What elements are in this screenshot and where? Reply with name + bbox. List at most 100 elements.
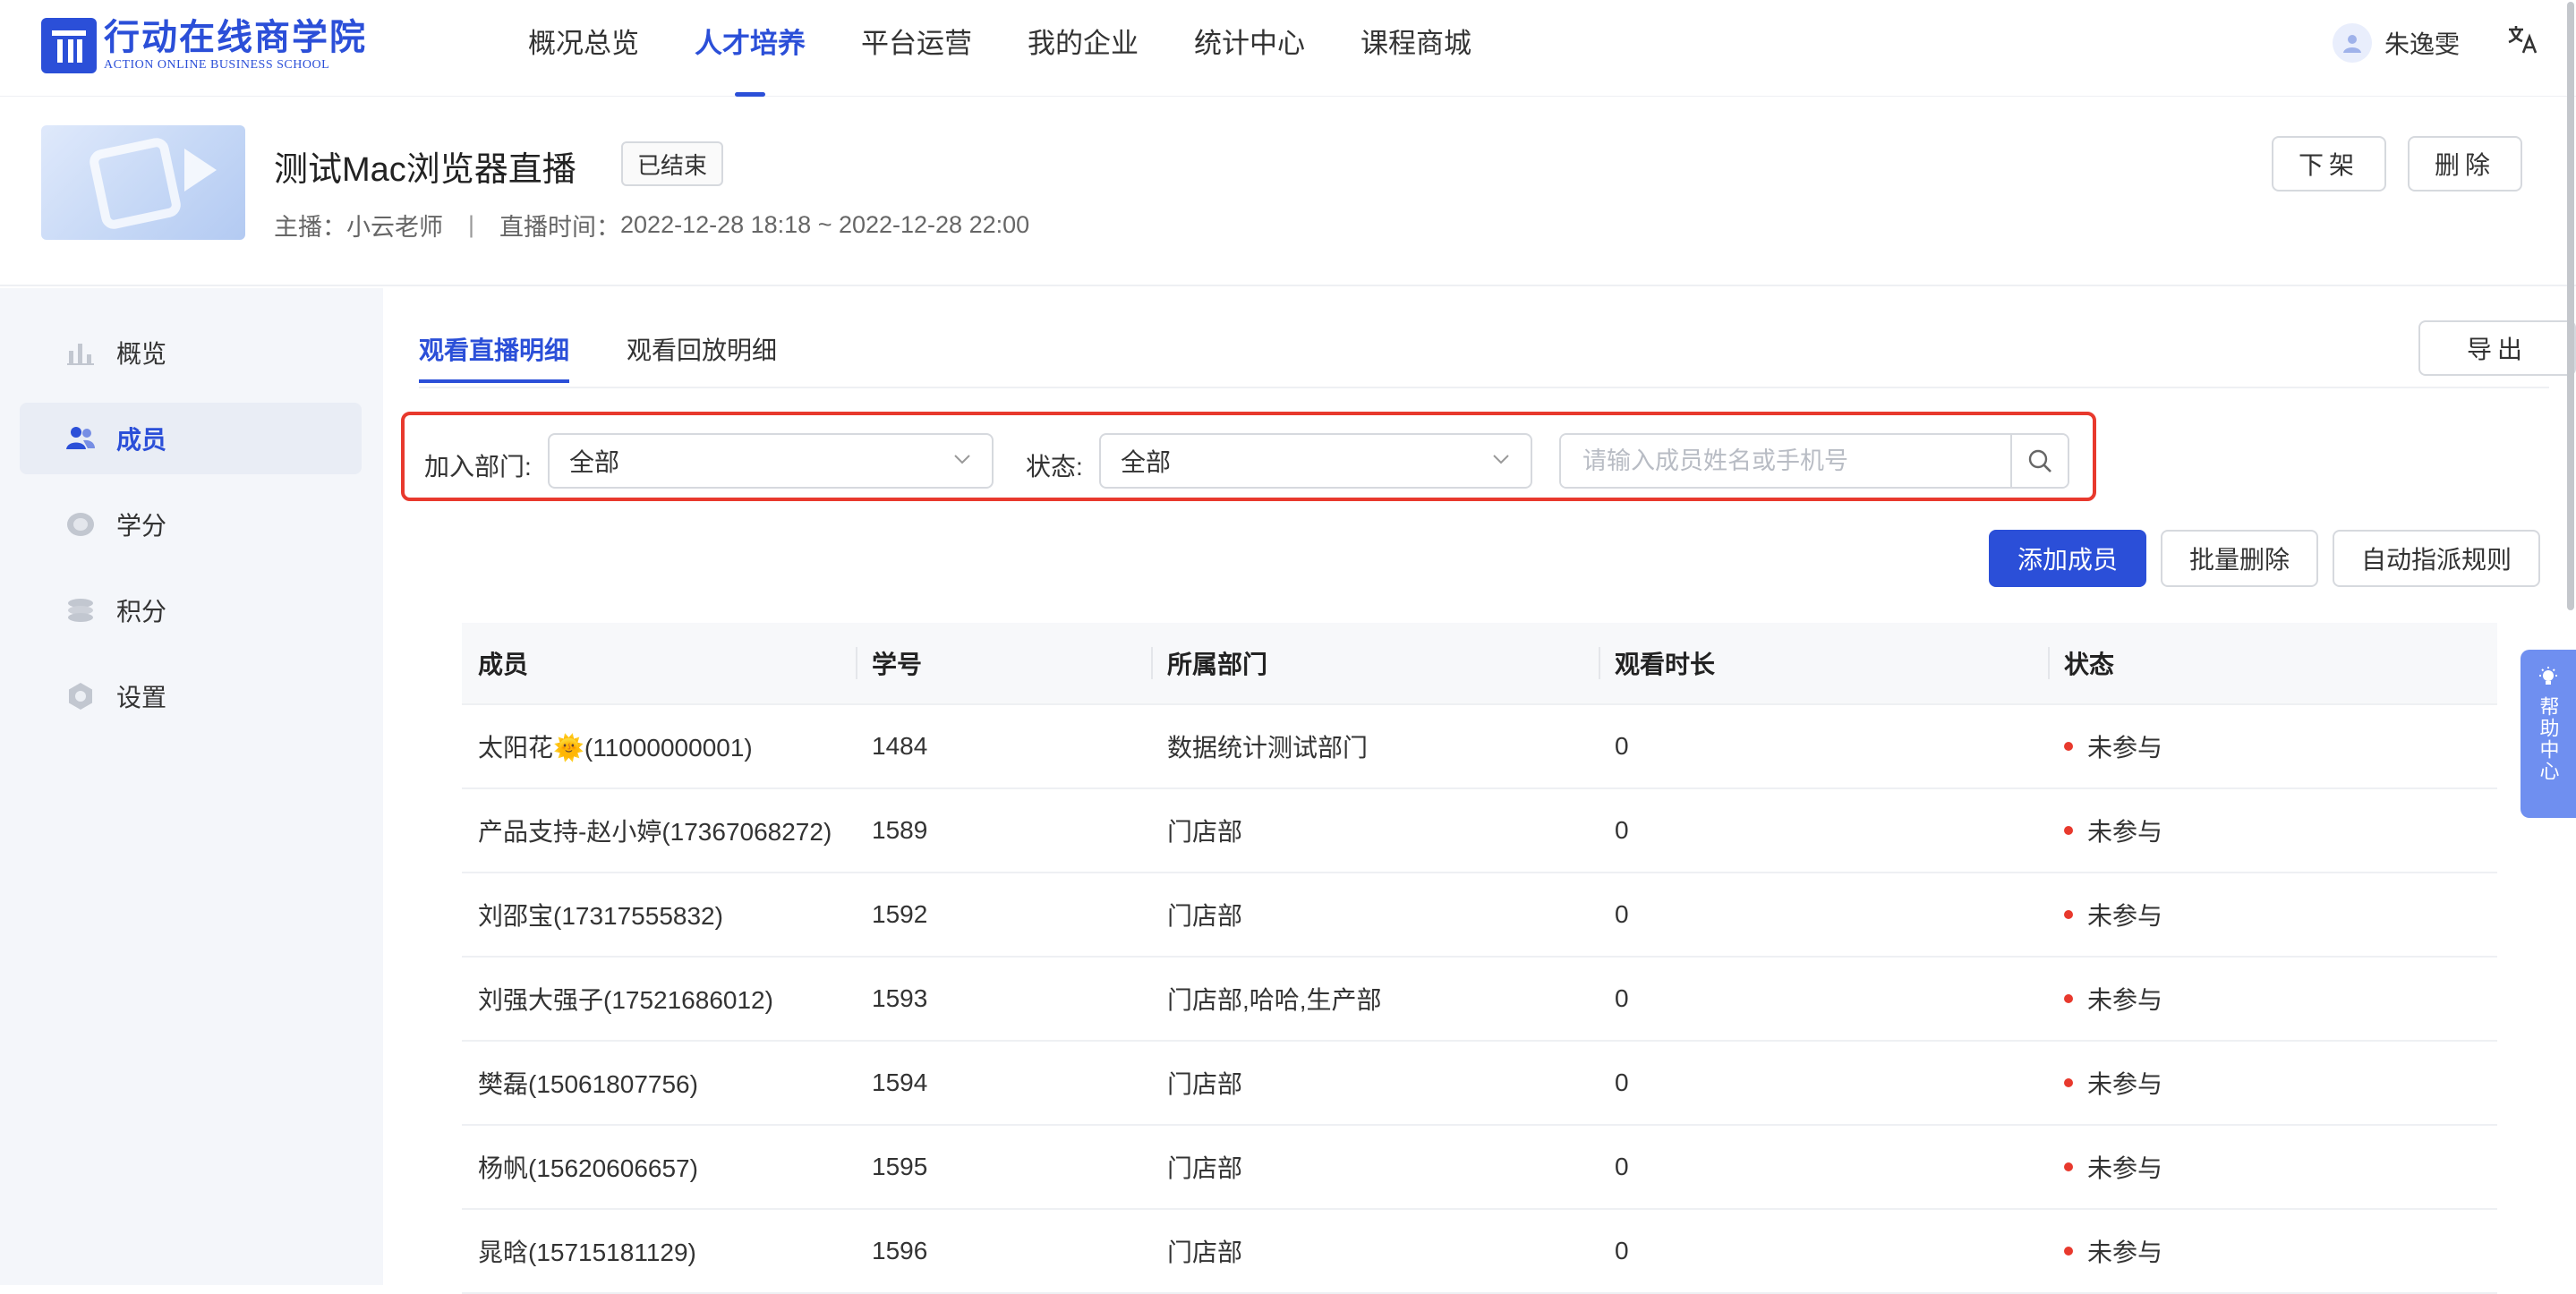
- cell-duration: 0: [1615, 816, 1629, 844]
- batch-delete-button[interactable]: 批量删除: [2161, 530, 2318, 587]
- users-icon: [64, 422, 97, 455]
- cell-member: 刘邵宝(17317555832): [478, 902, 723, 930]
- translate-icon[interactable]: [2506, 23, 2538, 63]
- scrollbar-thumb[interactable]: [2567, 2, 2574, 610]
- cell-status: 未参与: [2048, 873, 2497, 957]
- live-title: 测试Mac浏览器直播: [274, 151, 576, 189]
- sidebar-item-points[interactable]: 积分: [20, 575, 362, 646]
- dept-select-value: 全部: [569, 448, 620, 476]
- status-text: 未参与: [2087, 818, 2163, 846]
- table-row[interactable]: 杨帆(15620606657) 1595 门店部 0 未参与: [462, 1126, 2497, 1210]
- table-row[interactable]: 产品支持-赵小婷(17367068272) 1589 门店部 0 未参与: [462, 789, 2497, 873]
- main-nav: 概况总览 人才培养 平台运营 我的企业 统计中心 课程商城: [528, 0, 1527, 97]
- status-text: 未参与: [2087, 1154, 2163, 1182]
- status-dot: [2064, 1247, 2073, 1256]
- cell-student-id: 1589: [872, 816, 928, 844]
- cell-status: 未参与: [2048, 1209, 2497, 1293]
- sidebar-item-label: 学分: [116, 512, 167, 540]
- brand-name-en: ACTION ONLINE BUSINESS SCHOOL: [104, 58, 330, 72]
- nav-item-enterprise[interactable]: 我的企业: [1028, 0, 1139, 97]
- nav-item-talent[interactable]: 人才培养: [695, 0, 806, 97]
- cell-member: 晁晗(15715181129): [478, 1239, 696, 1266]
- help-center-label: 帮助中心: [2537, 696, 2560, 782]
- cell-duration: 0: [1615, 1153, 1629, 1180]
- sidebar-item-credits[interactable]: 学分: [20, 489, 362, 560]
- cell-department: 门店部,哈哈,生产部: [1167, 986, 1382, 1014]
- add-member-button[interactable]: 添加成员: [1989, 530, 2146, 587]
- status-select-value: 全部: [1121, 448, 1172, 476]
- page-scrollbar[interactable]: [2563, 0, 2576, 617]
- gear-icon: [64, 680, 97, 712]
- time-range: 2022-12-28 18:18 ~ 2022-12-28 22:00: [620, 211, 1030, 238]
- status-dot: [2064, 1078, 2073, 1087]
- search-input[interactable]: [1561, 435, 2010, 487]
- cell-member: 刘强大强子(17521686012): [478, 986, 773, 1014]
- main-content: 观看直播明细 观看回放明细 导出 加入部门: 全部 状态: 全部 添加成员 批量…: [383, 288, 2576, 1294]
- status-dot: [2064, 826, 2073, 835]
- status-dot: [2064, 1162, 2073, 1171]
- col-member: 成员: [478, 651, 529, 678]
- auto-assign-rules-button[interactable]: 自动指派规则: [2333, 530, 2540, 587]
- coins-icon: [64, 594, 97, 626]
- nav-item-course-mall[interactable]: 课程商城: [1361, 0, 1471, 97]
- meta-separator: |: [468, 211, 475, 238]
- brand-logo-icon: [41, 18, 97, 73]
- table-header: 成员 学号 所属部门 观看时长 状态: [462, 623, 2497, 705]
- cell-member: 樊磊(15061807756): [478, 1070, 698, 1098]
- nav-item-operations[interactable]: 平台运营: [861, 0, 972, 97]
- host-label: 主播：: [274, 214, 346, 241]
- status-filter-label: 状态:: [1026, 453, 1083, 481]
- sidebar-item-settings[interactable]: 设置: [20, 660, 362, 732]
- table-row[interactable]: 樊磊(15061807756) 1594 门店部 0 未参与: [462, 1042, 2497, 1126]
- help-center-tab[interactable]: 帮助中心: [2521, 650, 2576, 818]
- brand-logo[interactable]: 行动在线商学院 ACTION ONLINE BUSINESS SCHOOL: [41, 16, 367, 75]
- cell-duration: 0: [1615, 900, 1629, 928]
- table-row[interactable]: 刘邵宝(17317555832) 1592 门店部 0 未参与: [462, 873, 2497, 958]
- chevron-down-icon: [952, 449, 972, 474]
- cell-department: 门店部: [1167, 818, 1243, 846]
- dept-select[interactable]: 全部: [548, 433, 994, 489]
- export-button[interactable]: 导出: [2418, 320, 2576, 376]
- member-search: [1559, 433, 2069, 489]
- offshelf-button[interactable]: 下架: [2272, 136, 2386, 192]
- detail-tabs: 观看直播明细 观看回放明细 导出: [419, 288, 2576, 388]
- delete-button[interactable]: 删除: [2408, 136, 2522, 192]
- user-name: 朱逸雯: [2384, 30, 2461, 58]
- status-dot: [2064, 994, 2073, 1003]
- table-row[interactable]: 晁晗(15715181129) 1596 门店部 0 未参与: [462, 1210, 2497, 1294]
- tab-replay-detail[interactable]: 观看回放明细: [627, 331, 777, 367]
- brand-name-cn: 行动在线商学院: [104, 18, 367, 57]
- status-dot: [2064, 742, 2073, 751]
- col-watch-duration: 观看时长: [1599, 622, 2048, 704]
- status-dot: [2064, 910, 2073, 919]
- status-text: 未参与: [2087, 1070, 2163, 1098]
- status-text: 未参与: [2087, 986, 2163, 1014]
- search-icon: [2028, 449, 2051, 472]
- status-select[interactable]: 全部: [1099, 433, 1532, 489]
- cell-department: 门店部: [1167, 1154, 1243, 1182]
- nav-item-overview[interactable]: 概况总览: [528, 0, 639, 97]
- sidebar-item-overview[interactable]: 概览: [20, 317, 362, 388]
- search-button[interactable]: [2010, 435, 2068, 487]
- cell-department: 门店部: [1167, 1239, 1243, 1266]
- cell-member: 太阳花🌞(11000000001): [478, 734, 753, 762]
- user-menu[interactable]: 朱逸雯: [2333, 23, 2460, 63]
- table-row[interactable]: 刘强大强子(17521686012) 1593 门店部,哈哈,生产部 0 未参与: [462, 958, 2497, 1042]
- nav-item-statistics[interactable]: 统计中心: [1194, 0, 1305, 97]
- bar-chart-icon: [64, 336, 97, 369]
- cell-duration: 0: [1615, 1068, 1629, 1096]
- col-student-id: 学号: [856, 622, 1151, 704]
- avatar: [2333, 23, 2372, 63]
- table-row[interactable]: 太阳花🌞(11000000001) 1484 数据统计测试部门 0 未参与: [462, 705, 2497, 789]
- cell-department: 门店部: [1167, 902, 1243, 930]
- col-department: 所属部门: [1151, 622, 1599, 704]
- status-badge: 已结束: [621, 141, 724, 186]
- cell-status: 未参与: [2048, 957, 2497, 1041]
- chevron-down-icon: [1491, 449, 1511, 474]
- sidebar: 概览 成员 学分 积分 设置: [0, 288, 383, 1285]
- cell-member: 杨帆(15620606657): [478, 1154, 698, 1182]
- status-text: 未参与: [2087, 734, 2163, 762]
- tab-live-detail[interactable]: 观看直播明细: [419, 331, 570, 383]
- user-icon: [2343, 35, 2361, 53]
- sidebar-item-members[interactable]: 成员: [20, 403, 362, 474]
